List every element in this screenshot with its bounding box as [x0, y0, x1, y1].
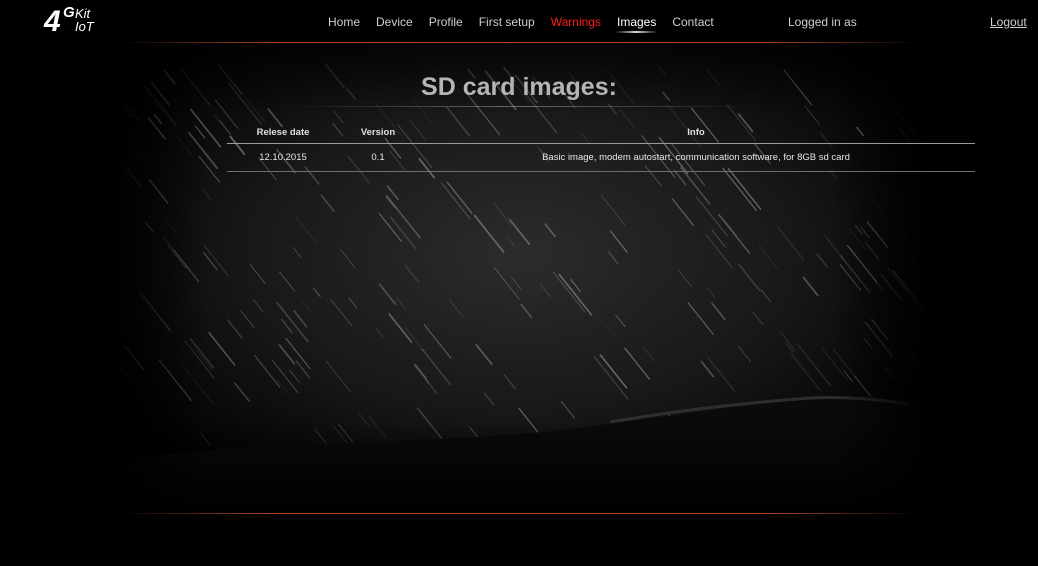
cell-info: Basic image, modem autostart, communicat…: [417, 143, 975, 172]
logo-g: G: [63, 4, 75, 21]
nav-device[interactable]: Device: [376, 14, 413, 30]
header-info: Info: [417, 121, 975, 144]
header: 4 G Kit IoT Home Device Profile First se…: [0, 0, 1038, 44]
page-title: SD card images:: [421, 73, 617, 101]
nav-profile[interactable]: Profile: [429, 14, 463, 30]
logo[interactable]: 4 G Kit IoT: [44, 5, 108, 39]
logo-iot: IoT: [75, 19, 94, 34]
table-row: 12.10.2015 0.1 Basic image, modem autost…: [227, 143, 975, 172]
header-divider: [120, 42, 920, 43]
header-version: Version: [339, 121, 417, 144]
page: 4 G Kit IoT Home Device Profile First se…: [0, 0, 1038, 566]
logged-in-label: Logged in as: [788, 15, 857, 29]
footer-divider: [120, 513, 920, 514]
logout-link[interactable]: Logout: [990, 14, 1027, 30]
nav-images[interactable]: Images: [614, 14, 659, 33]
header-release-date: Relese date: [227, 121, 339, 144]
nav-contact[interactable]: Contact: [672, 14, 713, 30]
table-header-row: Relese date Version Info: [227, 121, 975, 144]
nav-first-setup[interactable]: First setup: [479, 14, 535, 30]
main-nav: Home Device Profile First setup Warnings…: [328, 14, 730, 33]
star-trails-background: [110, 44, 930, 514]
title-underline: [290, 106, 750, 107]
sd-images-table: Relese date Version Info 12.10.2015 0.1 …: [227, 121, 975, 172]
logo-number: 4: [44, 5, 61, 38]
cell-release-date: 12.10.2015: [227, 143, 339, 172]
nav-warnings[interactable]: Warnings: [551, 14, 601, 30]
cell-version: 0.1: [339, 143, 417, 172]
nav-home[interactable]: Home: [328, 14, 360, 30]
